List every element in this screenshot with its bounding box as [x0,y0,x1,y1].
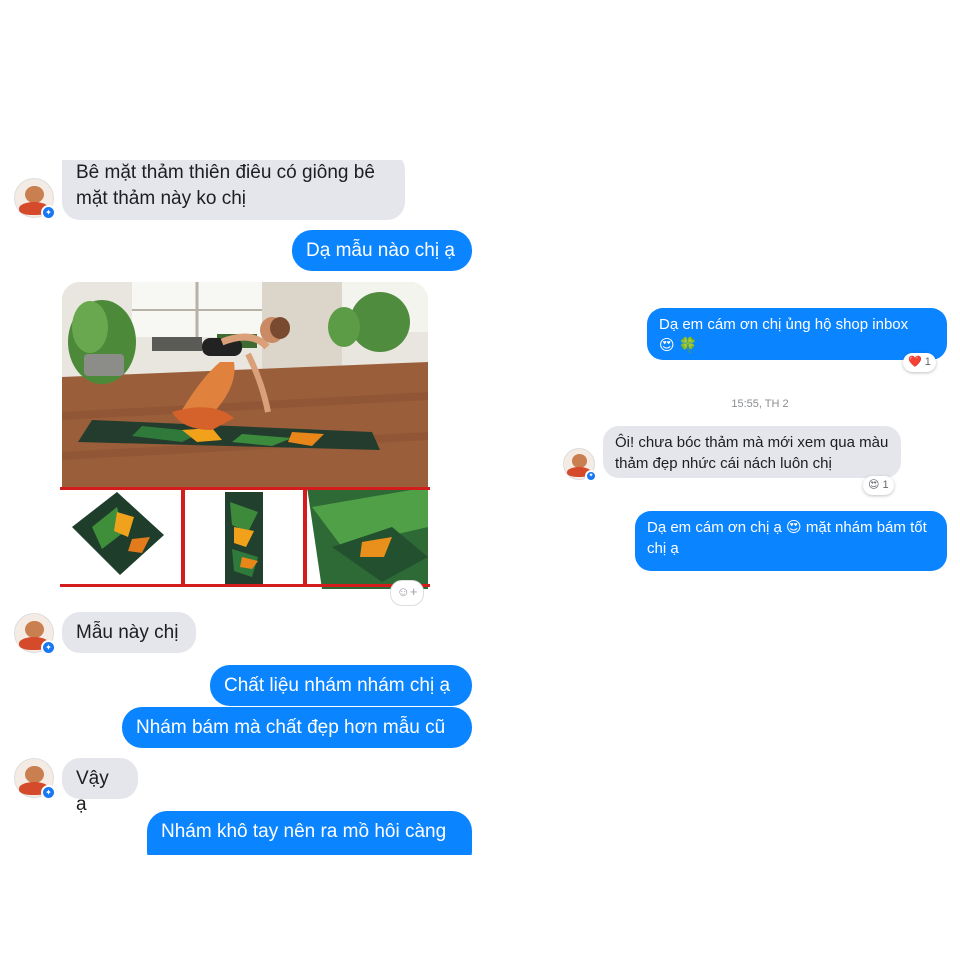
message-outgoing[interactable]: Chất liệu nhám nhám chị ạ [210,665,472,706]
contact-avatar[interactable]: ✦ [563,448,597,482]
message-incoming[interactable]: Ôi! chưa bóc thảm mà mới xem qua màu thả… [603,426,901,478]
thumbnail-2[interactable] [182,487,306,587]
right-chat-screenshot: Dạ em cám ơn chị ủng hộ shop inbox 😍 🍀 ❤… [560,298,960,576]
message-reaction[interactable]: 😍 1 [863,476,894,495]
message-outgoing[interactable]: Nhám bám mà chất đẹp hơn mẫu cũ [122,707,472,748]
left-chat-screenshot: ✦ Bê mặt thảm thiên điêu có giông bê mặt… [0,160,480,855]
messenger-badge-icon: ✦ [41,640,56,655]
message-reaction[interactable]: ❤️ 1 [903,353,936,372]
message-outgoing[interactable]: Dạ mẫu nào chị ạ [292,230,472,271]
message-outgoing[interactable]: Dạ em cám ơn chị ạ 😍 mặt nhám bám tốt ch… [635,511,947,571]
product-thumbnails [60,487,430,589]
messenger-badge-icon: ✦ [585,470,597,482]
messenger-badge-icon: ✦ [41,205,56,220]
message-incoming[interactable]: Mẫu này chị [62,612,196,653]
heart-eyes-reaction-icon: 😍 [868,479,880,491]
emoji-inline: 😍 🍀 [659,337,698,354]
heart-reaction-icon: ❤️ [908,356,922,368]
product-photo[interactable] [62,282,428,487]
contact-avatar[interactable]: ✦ [14,613,56,655]
contact-avatar[interactable]: ✦ [14,178,56,220]
yoga-mat-photo [62,282,428,487]
message-outgoing[interactable]: Nhám khô tay nên ra mồ hôi càng [147,811,472,855]
message-outgoing[interactable]: Dạ em cám ơn chị ủng hộ shop inbox 😍 🍀 [647,308,947,360]
contact-avatar[interactable]: ✦ [14,758,56,800]
add-reaction-icon[interactable]: ☺+ [390,580,424,606]
thumbnail-1[interactable] [60,487,184,587]
message-incoming[interactable]: Vậy ạ [62,758,138,815]
messenger-badge-icon: ✦ [41,785,56,800]
message-timestamp: 15:55, TH 2 [731,398,789,410]
thumbnail-3[interactable] [304,487,430,587]
message-incoming[interactable]: Bê mặt thảm thiên điêu có giông bê mặt t… [62,160,405,220]
